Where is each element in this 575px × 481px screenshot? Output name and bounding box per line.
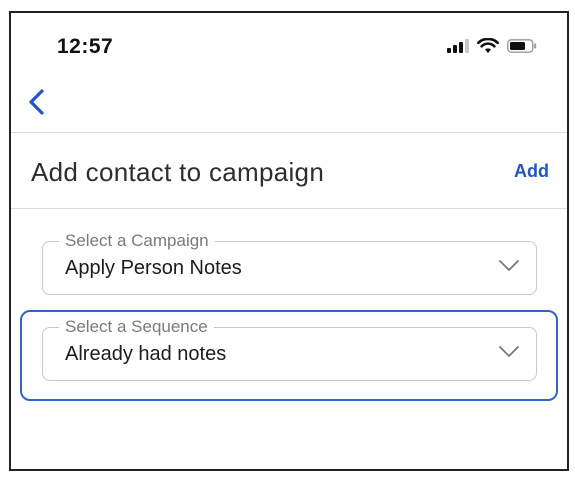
phone-screen: 12:57 Add contact to campaign Add Select…: [9, 11, 569, 471]
status-time: 12:57: [57, 35, 114, 58]
cellular-signal-icon: [447, 39, 469, 53]
status-bar: 12:57: [11, 13, 567, 83]
chevron-down-icon: [499, 346, 519, 357]
chevron-left-icon: [29, 89, 44, 115]
campaign-select[interactable]: Select a Campaign Apply Person Notes: [42, 231, 537, 295]
header-top-divider: [11, 132, 567, 133]
status-icons: [447, 38, 537, 54]
sequence-select-value: Already had notes: [65, 343, 227, 365]
wifi-icon: [477, 38, 499, 53]
battery-icon: [507, 39, 537, 53]
header-bottom-divider: [11, 208, 567, 209]
campaign-select-value: Apply Person Notes: [65, 257, 242, 279]
back-button[interactable]: [23, 87, 53, 117]
sequence-select[interactable]: Select a Sequence Already had notes: [42, 317, 537, 381]
add-button[interactable]: Add: [514, 161, 549, 182]
campaign-select-label: Select a Campaign: [59, 231, 215, 251]
page-title: Add contact to campaign: [31, 157, 325, 187]
chevron-down-icon: [499, 260, 519, 271]
sequence-select-label: Select a Sequence: [59, 317, 214, 337]
